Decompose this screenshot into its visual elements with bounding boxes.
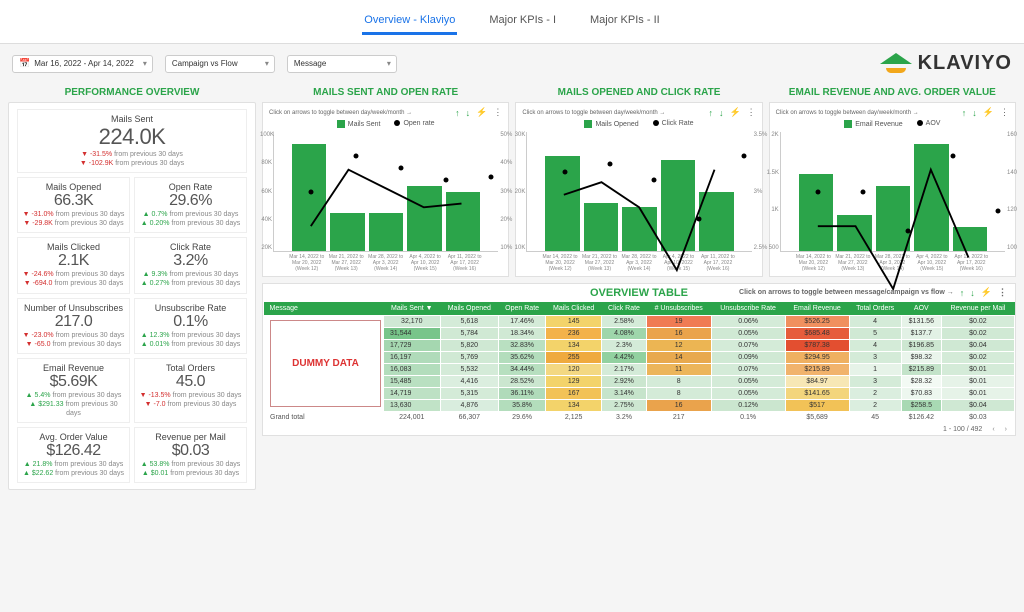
performance-overview: Mails Sent224.0K-31.5% from previous 30 …: [8, 102, 256, 490]
prev-page-icon[interactable]: ‹: [992, 426, 994, 433]
toggle-down-icon[interactable]: ↓: [970, 288, 975, 298]
metric-avg-order-value: Avg. Order Value$126.4221.8% from previo…: [17, 427, 130, 483]
chart-3: Click on arrows to toggle between day/we…: [769, 102, 1016, 277]
charts-row: MAILS SENT AND OPEN RATEClick on arrows …: [262, 83, 1016, 277]
page-range: 1 - 100 / 492: [943, 426, 982, 433]
toggle-down-icon[interactable]: ↓: [466, 108, 471, 118]
overview-table: MessageMails Sent ▼Mails OpenedOpen Rate…: [263, 302, 1015, 424]
toggle-down-icon[interactable]: ↓: [719, 108, 724, 118]
grand-total-row: Grand total224,00166,30729.6%2,1253.2%21…: [264, 412, 1015, 424]
more-icon[interactable]: ⋮: [1000, 107, 1009, 118]
more-icon[interactable]: ⋮: [747, 107, 756, 118]
metric-mails-sent: Mails Sent224.0K-31.5% from previous 30 …: [17, 109, 247, 173]
chart-1: Click on arrows to toggle between day/we…: [262, 102, 509, 277]
refresh-icon[interactable]: ⚡: [981, 287, 992, 298]
perf-title: PERFORMANCE OVERVIEW: [8, 83, 256, 102]
metric-total-orders: Total Orders45.0-13.5% from previous 30 …: [134, 358, 247, 423]
toggle-down-icon[interactable]: ↓: [972, 108, 977, 118]
tab-kpi2[interactable]: Major KPIs - II: [588, 8, 662, 35]
tab-overview[interactable]: Overview - Klaviyo: [362, 8, 457, 35]
date-range-dropdown[interactable]: Mar 16, 2022 - Apr 14, 2022: [12, 55, 153, 73]
metric-mails-clicked: Mails Clicked2.1K-24.6% from previous 30…: [17, 237, 130, 293]
toggle-up-icon[interactable]: ↑: [708, 108, 713, 118]
tab-bar: Overview - Klaviyo Major KPIs - I Major …: [0, 0, 1024, 44]
klaviyo-icon: [880, 53, 912, 75]
refresh-icon[interactable]: ⚡: [729, 107, 740, 118]
toggle-up-icon[interactable]: ↑: [962, 108, 967, 118]
toggle-up-icon[interactable]: ↑: [960, 288, 965, 298]
table-pager: 1 - 100 / 492 ‹ ›: [263, 424, 1015, 435]
metric-open-rate: Open Rate29.6%0.7% from previous 30 days…: [134, 177, 247, 233]
metric-revenue-per-mail: Revenue per Mail$0.0353.8% from previous…: [134, 427, 247, 483]
overview-table-card: OVERVIEW TABLE Click on arrows to toggle…: [262, 283, 1016, 436]
metric-unsubscribe-rate: Unsubscribe Rate0.1%12.3% from previous …: [134, 298, 247, 354]
refresh-icon[interactable]: ⚡: [983, 107, 994, 118]
tab-kpi1[interactable]: Major KPIs - I: [487, 8, 558, 35]
table-title: OVERVIEW TABLE Click on arrows to toggle…: [263, 284, 1015, 302]
message-dropdown[interactable]: Message: [287, 55, 397, 73]
table-hint: Click on arrows to toggle between messag…: [739, 289, 954, 296]
metric-mails-opened: Mails Opened66.3K-31.0% from previous 30…: [17, 177, 130, 233]
refresh-icon[interactable]: ⚡: [476, 107, 487, 118]
metric-click-rate: Click Rate3.2%9.3% from previous 30 days…: [134, 237, 247, 293]
metric-number-of-unsubscribes: Number of Unsubscribes217.0-23.0% from p…: [17, 298, 130, 354]
segment-dropdown[interactable]: Campaign vs Flow: [165, 55, 275, 73]
toggle-up-icon[interactable]: ↑: [455, 108, 460, 118]
more-icon[interactable]: ⋮: [493, 107, 502, 118]
next-page-icon[interactable]: ›: [1005, 426, 1007, 433]
dummy-data-overlay: DUMMY DATA: [270, 320, 381, 407]
brand-name: KLAVIYO: [918, 52, 1012, 75]
brand-logo: KLAVIYO: [880, 52, 1012, 75]
chart-2: Click on arrows to toggle between day/we…: [515, 102, 762, 277]
filter-row: Mar 16, 2022 - Apr 14, 2022 Campaign vs …: [0, 44, 1024, 83]
more-icon[interactable]: ⋮: [998, 287, 1007, 298]
table-row[interactable]: DUMMY DATA32,1705,61817.46%1452.58%190.0…: [264, 316, 1015, 328]
metric-email-revenue: Email Revenue$5.69K5.4% from previous 30…: [17, 358, 130, 423]
